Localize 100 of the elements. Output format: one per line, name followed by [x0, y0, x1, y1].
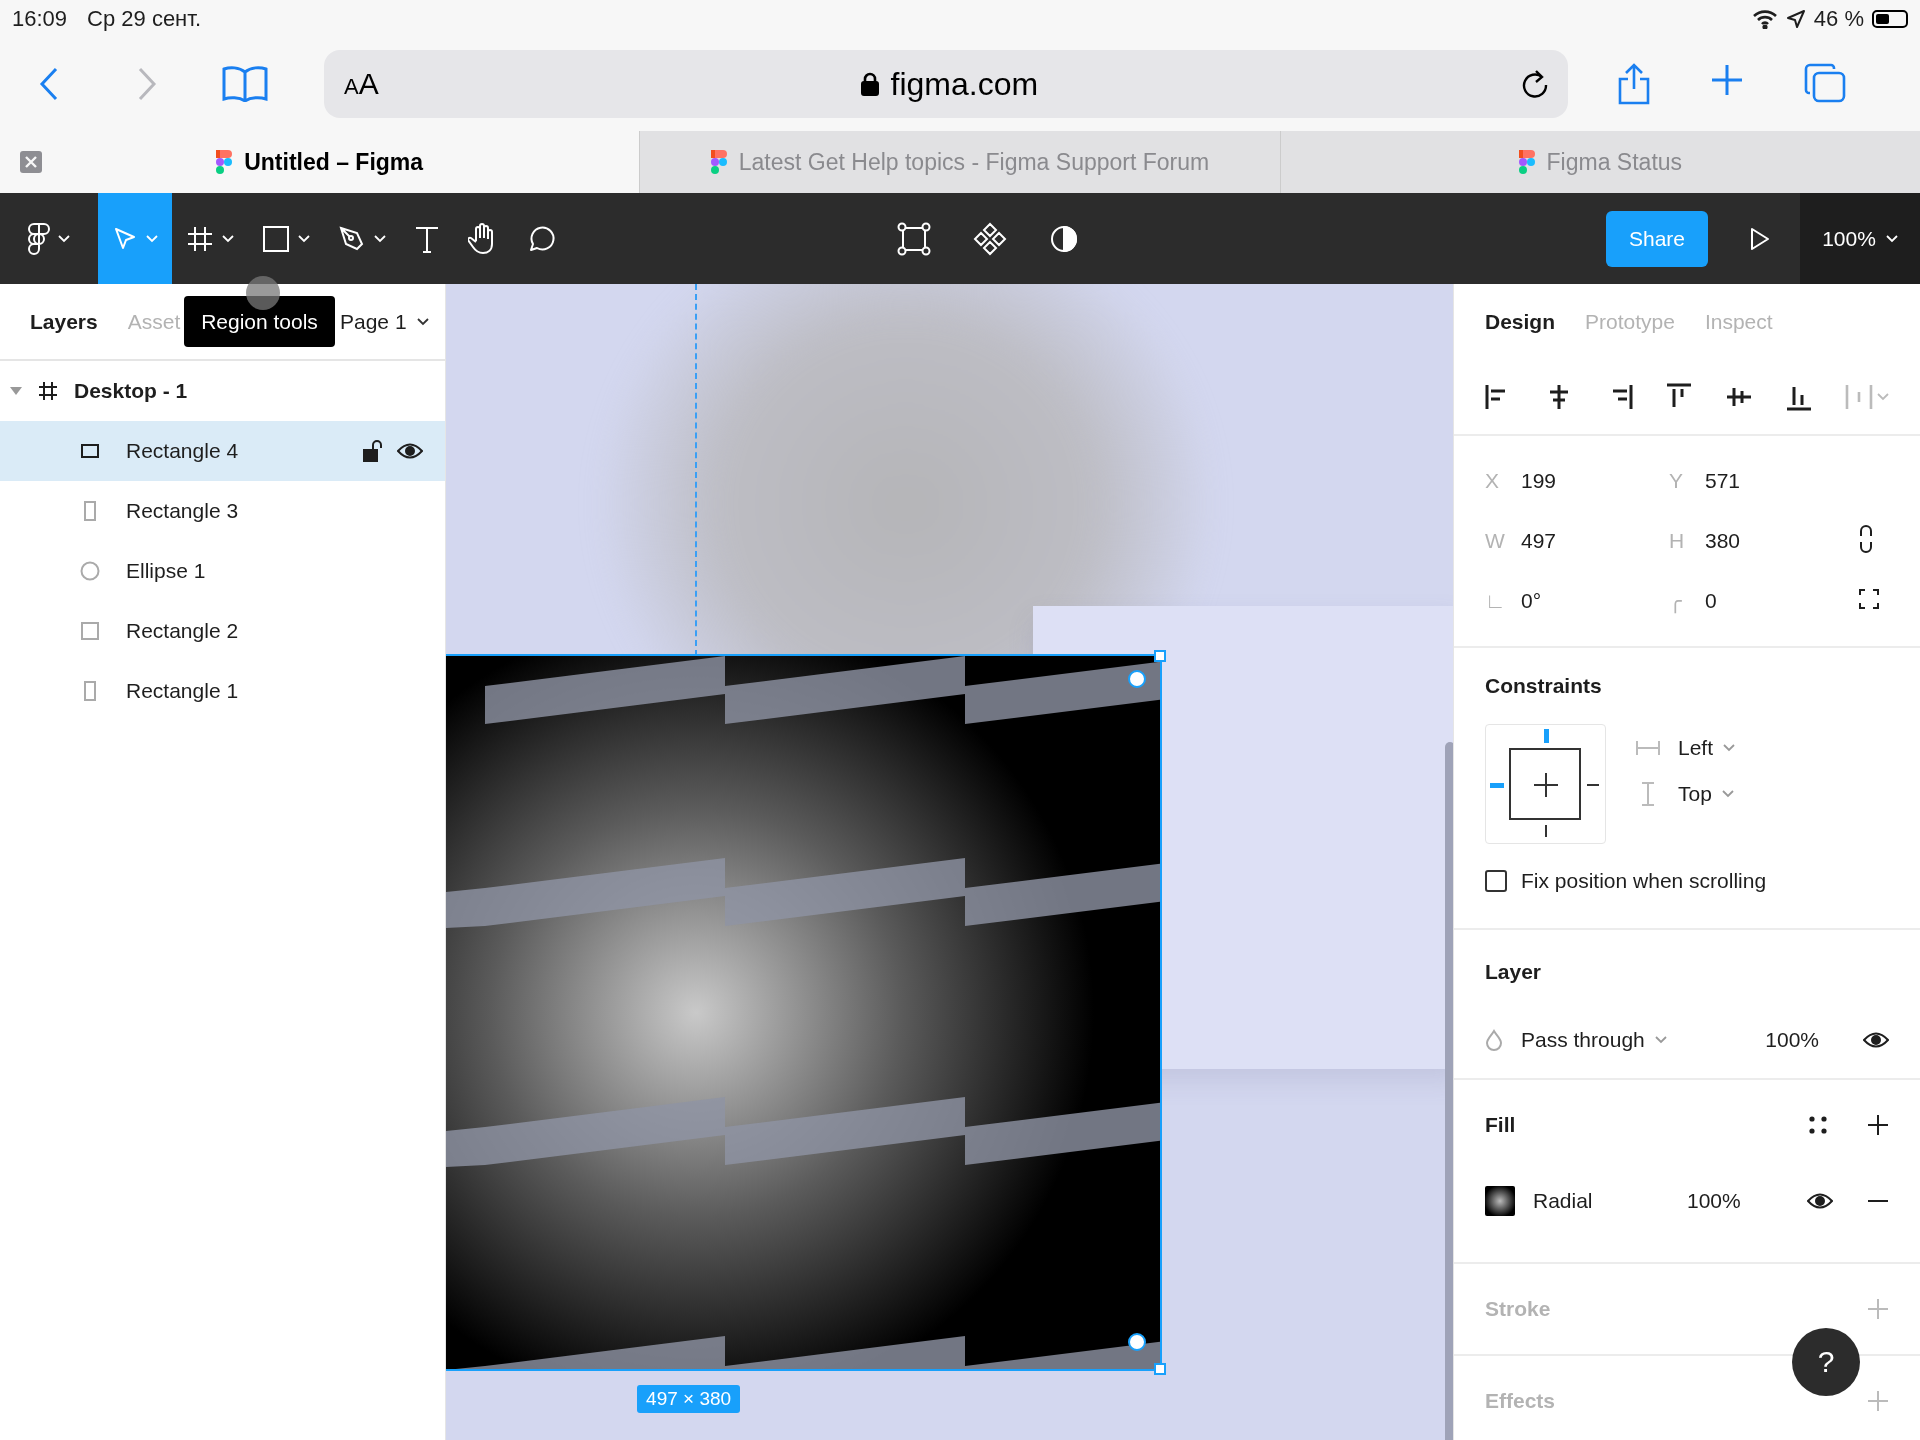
opacity-field[interactable]: 100% [1765, 1028, 1819, 1052]
ellipse-icon [80, 561, 100, 581]
share-icon[interactable] [1618, 63, 1650, 105]
layer-name: Rectangle 3 [126, 499, 239, 523]
vertical-constraint-dropdown[interactable]: Top [1678, 782, 1734, 806]
back-chevron-icon[interactable] [39, 67, 59, 101]
help-button[interactable]: ? [1792, 1328, 1860, 1396]
opacity-field[interactable]: 100% [1687, 1189, 1741, 1213]
dimension-label: 497 × 380 [637, 1385, 741, 1413]
wifi-icon [1751, 8, 1778, 29]
styles-dots-icon[interactable] [1809, 1116, 1827, 1134]
section-title: Layer [1485, 960, 1542, 984]
property-label: Y [1669, 469, 1684, 493]
caret-icon [1877, 392, 1889, 401]
location-arrow-icon [1785, 8, 1806, 29]
caret-icon [1723, 744, 1736, 752]
panel-tab[interactable]: Design [1485, 309, 1555, 334]
resize-handle[interactable] [1154, 1363, 1167, 1375]
browser-tab[interactable]: Untitled – Figma [0, 131, 640, 193]
pen-icon[interactable] [338, 224, 366, 253]
constrain-proportions-icon[interactable] [1859, 524, 1873, 553]
text-size-button[interactable]: AA [344, 67, 379, 101]
caret-icon [1721, 790, 1734, 798]
figma-logo-icon [216, 150, 233, 174]
property-label: H [1669, 529, 1686, 553]
gradient-swatch[interactable] [1485, 1186, 1515, 1216]
figma-logo-icon [710, 150, 727, 174]
tooltip: Region tools [184, 296, 335, 347]
gradient-rectangle[interactable] [446, 656, 1161, 1369]
layer-row[interactable]: Rectangle 2 [0, 601, 446, 661]
caret-icon [416, 318, 429, 326]
address-bar[interactable]: AA figma.com [324, 50, 1568, 118]
reload-icon[interactable] [1520, 69, 1548, 99]
layer-row[interactable]: Desktop - 1 [0, 361, 446, 421]
section-title: Stroke [1485, 1297, 1551, 1321]
property-label: ╭ [1669, 589, 1683, 613]
battery-percent: 46 % [1813, 5, 1864, 32]
checkbox-label: Fix position when scrolling [1521, 869, 1767, 893]
layer-row[interactable]: Rectangle 4 [0, 421, 446, 481]
layer-row[interactable]: Ellipse 1 [0, 541, 446, 601]
blend-drop-icon [1485, 1029, 1503, 1051]
half-circle-icon[interactable] [1049, 223, 1079, 254]
text-icon[interactable] [414, 224, 440, 253]
scrollbar[interactable] [1445, 742, 1453, 1440]
expand-triangle-icon[interactable] [10, 387, 22, 395]
unlocked-padlock-icon[interactable] [363, 440, 384, 462]
eye-icon[interactable] [1807, 1192, 1833, 1210]
rectangle-icon[interactable] [262, 224, 290, 253]
property-field[interactable]: 0° [1521, 589, 1669, 613]
date: Ср 29 сент. [87, 5, 201, 32]
resize-handle[interactable] [1154, 650, 1167, 662]
add-icon[interactable] [1867, 1114, 1889, 1136]
checkbox[interactable] [1485, 870, 1507, 892]
padlock-icon [860, 72, 879, 96]
cursor-icon[interactable] [112, 225, 138, 252]
fill-type[interactable]: Radial [1533, 1189, 1669, 1213]
property-field[interactable]: 571 [1705, 469, 1859, 493]
property-field[interactable]: 199 [1521, 469, 1669, 493]
page-dropdown[interactable]: Page 1 [340, 310, 429, 334]
caret-icon [1885, 234, 1898, 243]
frame-icon [38, 381, 58, 401]
property-field[interactable]: 0 [1705, 589, 1859, 613]
tabs-overview-icon[interactable] [1804, 63, 1846, 103]
rectangle-icon [84, 681, 96, 701]
layer-name: Rectangle 4 [126, 439, 239, 463]
layer-name: Rectangle 2 [126, 619, 239, 643]
rectangle-icon [81, 444, 99, 458]
figma-logo-icon [1518, 150, 1535, 174]
close-icon[interactable] [20, 151, 42, 173]
layer-name: Ellipse 1 [126, 559, 206, 583]
independent-corners-icon[interactable] [1859, 588, 1879, 609]
zoom-dropdown[interactable]: 100% [1800, 193, 1920, 284]
url-text: figma.com [890, 65, 1039, 103]
layer-row[interactable]: Rectangle 3 [0, 481, 446, 541]
transform-frame-icon[interactable] [897, 221, 931, 256]
section-title: Constraints [1485, 674, 1602, 698]
eye-icon[interactable] [397, 442, 424, 460]
property-label: X [1485, 469, 1500, 493]
clock-time: 16:09 [12, 5, 68, 32]
property-field[interactable]: 380 [1705, 529, 1859, 553]
section-title: Effects [1485, 1389, 1556, 1413]
caret-icon [1654, 1036, 1667, 1044]
frame-icon[interactable] [186, 224, 214, 253]
open-book-icon[interactable] [222, 66, 268, 102]
figma-logo-icon [28, 222, 50, 255]
property-label: ∟ [1485, 589, 1507, 613]
caret-icon [58, 234, 70, 243]
horizontal-constraint-dropdown[interactable]: Left [1678, 736, 1736, 760]
section-title: Fill [1485, 1113, 1516, 1137]
plus-icon[interactable] [1532, 771, 1560, 799]
rectangle-icon [84, 501, 96, 521]
component-icon[interactable] [973, 221, 1007, 256]
blend-mode-dropdown[interactable]: Pass through [1521, 1028, 1667, 1052]
property-field[interactable]: 497 [1521, 529, 1669, 553]
panel-tab[interactable]: Layers [30, 309, 98, 334]
play-icon[interactable] [1750, 226, 1770, 251]
eye-icon[interactable] [1863, 1031, 1889, 1049]
battery-icon [1872, 9, 1908, 28]
layer-row[interactable]: Rectangle 1 [0, 661, 446, 721]
constraint-widget[interactable] [1485, 724, 1606, 844]
